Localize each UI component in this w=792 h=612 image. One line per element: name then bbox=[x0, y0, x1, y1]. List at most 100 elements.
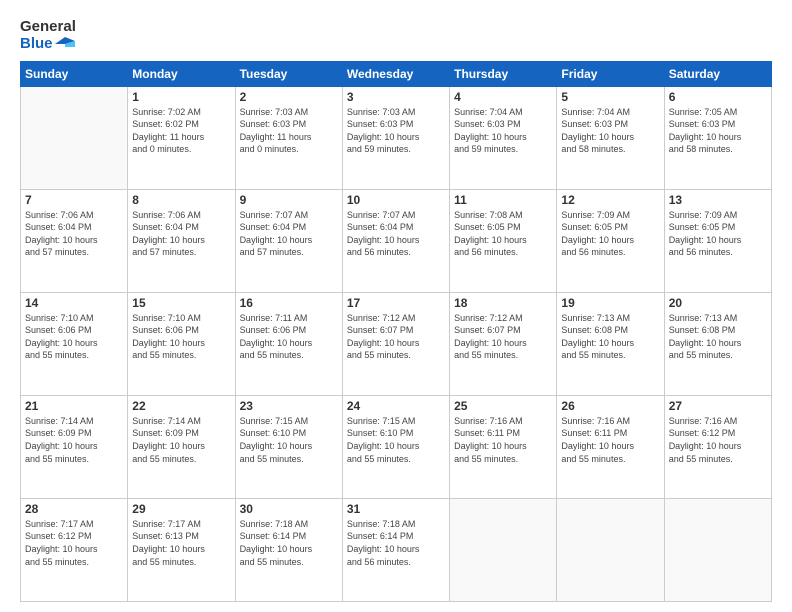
day-number: 6 bbox=[669, 90, 767, 104]
day-info: Sunrise: 7:08 AM Sunset: 6:05 PM Dayligh… bbox=[454, 209, 552, 259]
calendar-cell: 10 Sunrise: 7:07 AM Sunset: 6:04 PM Dayli… bbox=[342, 189, 449, 292]
day-number: 4 bbox=[454, 90, 552, 104]
calendar-cell: 1 Sunrise: 7:02 AM Sunset: 6:02 PM Daylig… bbox=[128, 86, 235, 189]
calendar-cell: 7Sunrise: 7:06 AM Sunset: 6:04 PM Daylig… bbox=[21, 189, 128, 292]
calendar-cell: 30 Sunrise: 7:18 AM Sunset: 6:14 PM Dayli… bbox=[235, 498, 342, 601]
day-info: Sunrise: 7:09 AM Sunset: 6:05 PM Dayligh… bbox=[561, 209, 659, 259]
calendar-cell: 8 Sunrise: 7:06 AM Sunset: 6:04 PM Daylig… bbox=[128, 189, 235, 292]
day-info: Sunrise: 7:16 AM Sunset: 6:11 PM Dayligh… bbox=[454, 415, 552, 465]
calendar-cell: 16 Sunrise: 7:11 AM Sunset: 6:06 PM Dayli… bbox=[235, 292, 342, 395]
day-info: Sunrise: 7:04 AM Sunset: 6:03 PM Dayligh… bbox=[454, 106, 552, 156]
day-number: 26 bbox=[561, 399, 659, 413]
day-number: 1 bbox=[132, 90, 230, 104]
day-number: 9 bbox=[240, 193, 338, 207]
day-number: 7 bbox=[25, 193, 123, 207]
calendar-table: SundayMondayTuesdayWednesdayThursdayFrid… bbox=[20, 61, 772, 603]
day-info: Sunrise: 7:16 AM Sunset: 6:11 PM Dayligh… bbox=[561, 415, 659, 465]
day-number: 19 bbox=[561, 296, 659, 310]
day-number: 30 bbox=[240, 502, 338, 516]
logo: General Blue bbox=[20, 18, 76, 53]
day-info: Sunrise: 7:15 AM Sunset: 6:10 PM Dayligh… bbox=[240, 415, 338, 465]
calendar-cell: 23 Sunrise: 7:15 AM Sunset: 6:10 PM Dayli… bbox=[235, 395, 342, 498]
day-number: 13 bbox=[669, 193, 767, 207]
day-info: Sunrise: 7:04 AM Sunset: 6:03 PM Dayligh… bbox=[561, 106, 659, 156]
day-number: 31 bbox=[347, 502, 445, 516]
day-number: 3 bbox=[347, 90, 445, 104]
day-number: 14 bbox=[25, 296, 123, 310]
day-info: Sunrise: 7:03 AM Sunset: 6:03 PM Dayligh… bbox=[240, 106, 338, 156]
calendar-cell bbox=[21, 86, 128, 189]
day-number: 8 bbox=[132, 193, 230, 207]
day-number: 25 bbox=[454, 399, 552, 413]
day-number: 15 bbox=[132, 296, 230, 310]
day-info: Sunrise: 7:06 AM Sunset: 6:04 PM Dayligh… bbox=[132, 209, 230, 259]
col-header-tuesday: Tuesday bbox=[235, 61, 342, 86]
day-info: Sunrise: 7:07 AM Sunset: 6:04 PM Dayligh… bbox=[347, 209, 445, 259]
calendar-header-row: SundayMondayTuesdayWednesdayThursdayFrid… bbox=[21, 61, 772, 86]
col-header-sunday: Sunday bbox=[21, 61, 128, 86]
calendar-cell: 4 Sunrise: 7:04 AM Sunset: 6:03 PM Daylig… bbox=[450, 86, 557, 189]
week-row-3: 14 Sunrise: 7:10 AM Sunset: 6:06 PM Dayli… bbox=[21, 292, 772, 395]
logo-general: General bbox=[20, 18, 76, 35]
week-row-5: 28 Sunrise: 7:17 AM Sunset: 6:12 PM Dayli… bbox=[21, 498, 772, 601]
week-row-4: 21Sunrise: 7:14 AM Sunset: 6:09 PM Dayli… bbox=[21, 395, 772, 498]
day-number: 10 bbox=[347, 193, 445, 207]
day-info: Sunrise: 7:17 AM Sunset: 6:12 PM Dayligh… bbox=[25, 518, 123, 568]
calendar-cell: 17 Sunrise: 7:12 AM Sunset: 6:07 PM Dayli… bbox=[342, 292, 449, 395]
col-header-friday: Friday bbox=[557, 61, 664, 86]
day-number: 27 bbox=[669, 399, 767, 413]
day-number: 12 bbox=[561, 193, 659, 207]
calendar-cell: 6Sunrise: 7:05 AM Sunset: 6:03 PM Daylig… bbox=[664, 86, 771, 189]
calendar-cell: 14 Sunrise: 7:10 AM Sunset: 6:06 PM Dayli… bbox=[21, 292, 128, 395]
day-info: Sunrise: 7:03 AM Sunset: 6:03 PM Dayligh… bbox=[347, 106, 445, 156]
day-info: Sunrise: 7:09 AM Sunset: 6:05 PM Dayligh… bbox=[669, 209, 767, 259]
week-row-2: 7 Sunrise: 7:06 AM Sunset: 6:04 PM Daylig… bbox=[21, 189, 772, 292]
day-info: Sunrise: 7:17 AM Sunset: 6:13 PM Dayligh… bbox=[132, 518, 230, 568]
calendar-cell: 11Sunrise: 7:08 AM Sunset: 6:05 PM Dayli… bbox=[450, 189, 557, 292]
calendar-cell: 25 Sunrise: 7:16 AM Sunset: 6:11 PM Dayli… bbox=[450, 395, 557, 498]
day-info: Sunrise: 7:18 AM Sunset: 6:14 PM Dayligh… bbox=[240, 518, 338, 568]
day-info: Sunrise: 7:15 AM Sunset: 6:10 PM Dayligh… bbox=[347, 415, 445, 465]
day-info: Sunrise: 7:13 AM Sunset: 6:08 PM Dayligh… bbox=[669, 312, 767, 362]
day-number: 16 bbox=[240, 296, 338, 310]
col-header-saturday: Saturday bbox=[664, 61, 771, 86]
logo-bird-icon bbox=[55, 37, 75, 51]
day-number: 28 bbox=[25, 502, 123, 516]
day-number: 5 bbox=[561, 90, 659, 104]
day-number: 29 bbox=[132, 502, 230, 516]
calendar-cell: 18 Sunrise: 7:12 AM Sunset: 6:07 PM Dayli… bbox=[450, 292, 557, 395]
day-number: 24 bbox=[347, 399, 445, 413]
day-number: 22 bbox=[132, 399, 230, 413]
day-number: 17 bbox=[347, 296, 445, 310]
day-info: Sunrise: 7:12 AM Sunset: 6:07 PM Dayligh… bbox=[347, 312, 445, 362]
calendar-cell: 27 Sunrise: 7:16 AM Sunset: 6:12 PM Dayli… bbox=[664, 395, 771, 498]
calendar-cell: 24 Sunrise: 7:15 AM Sunset: 6:10 PM Dayli… bbox=[342, 395, 449, 498]
calendar-cell: 21Sunrise: 7:14 AM Sunset: 6:09 PM Dayli… bbox=[21, 395, 128, 498]
page: General Blue SundayMondayTuesdayWednesda… bbox=[0, 0, 792, 612]
week-row-1: 1 Sunrise: 7:02 AM Sunset: 6:02 PM Daylig… bbox=[21, 86, 772, 189]
calendar-cell: 12 Sunrise: 7:09 AM Sunset: 6:05 PM Dayli… bbox=[557, 189, 664, 292]
calendar-cell: 31 Sunrise: 7:18 AM Sunset: 6:14 PM Dayli… bbox=[342, 498, 449, 601]
day-info: Sunrise: 7:10 AM Sunset: 6:06 PM Dayligh… bbox=[132, 312, 230, 362]
col-header-thursday: Thursday bbox=[450, 61, 557, 86]
day-info: Sunrise: 7:14 AM Sunset: 6:09 PM Dayligh… bbox=[25, 415, 123, 465]
calendar-cell bbox=[557, 498, 664, 601]
day-info: Sunrise: 7:07 AM Sunset: 6:04 PM Dayligh… bbox=[240, 209, 338, 259]
day-number: 20 bbox=[669, 296, 767, 310]
calendar-cell: 15 Sunrise: 7:10 AM Sunset: 6:06 PM Dayli… bbox=[128, 292, 235, 395]
day-info: Sunrise: 7:12 AM Sunset: 6:07 PM Dayligh… bbox=[454, 312, 552, 362]
day-info: Sunrise: 7:10 AM Sunset: 6:06 PM Dayligh… bbox=[25, 312, 123, 362]
calendar-cell: 22Sunrise: 7:14 AM Sunset: 6:09 PM Dayli… bbox=[128, 395, 235, 498]
day-info: Sunrise: 7:18 AM Sunset: 6:14 PM Dayligh… bbox=[347, 518, 445, 568]
day-number: 18 bbox=[454, 296, 552, 310]
calendar-cell: 2Sunrise: 7:03 AM Sunset: 6:03 PM Daylig… bbox=[235, 86, 342, 189]
calendar-cell: 13 Sunrise: 7:09 AM Sunset: 6:05 PM Dayli… bbox=[664, 189, 771, 292]
day-info: Sunrise: 7:11 AM Sunset: 6:06 PM Dayligh… bbox=[240, 312, 338, 362]
calendar-cell: 29 Sunrise: 7:17 AM Sunset: 6:13 PM Dayli… bbox=[128, 498, 235, 601]
day-info: Sunrise: 7:16 AM Sunset: 6:12 PM Dayligh… bbox=[669, 415, 767, 465]
day-number: 23 bbox=[240, 399, 338, 413]
day-info: Sunrise: 7:02 AM Sunset: 6:02 PM Dayligh… bbox=[132, 106, 230, 156]
calendar-cell: 3 Sunrise: 7:03 AM Sunset: 6:03 PM Daylig… bbox=[342, 86, 449, 189]
calendar-cell bbox=[450, 498, 557, 601]
col-header-wednesday: Wednesday bbox=[342, 61, 449, 86]
